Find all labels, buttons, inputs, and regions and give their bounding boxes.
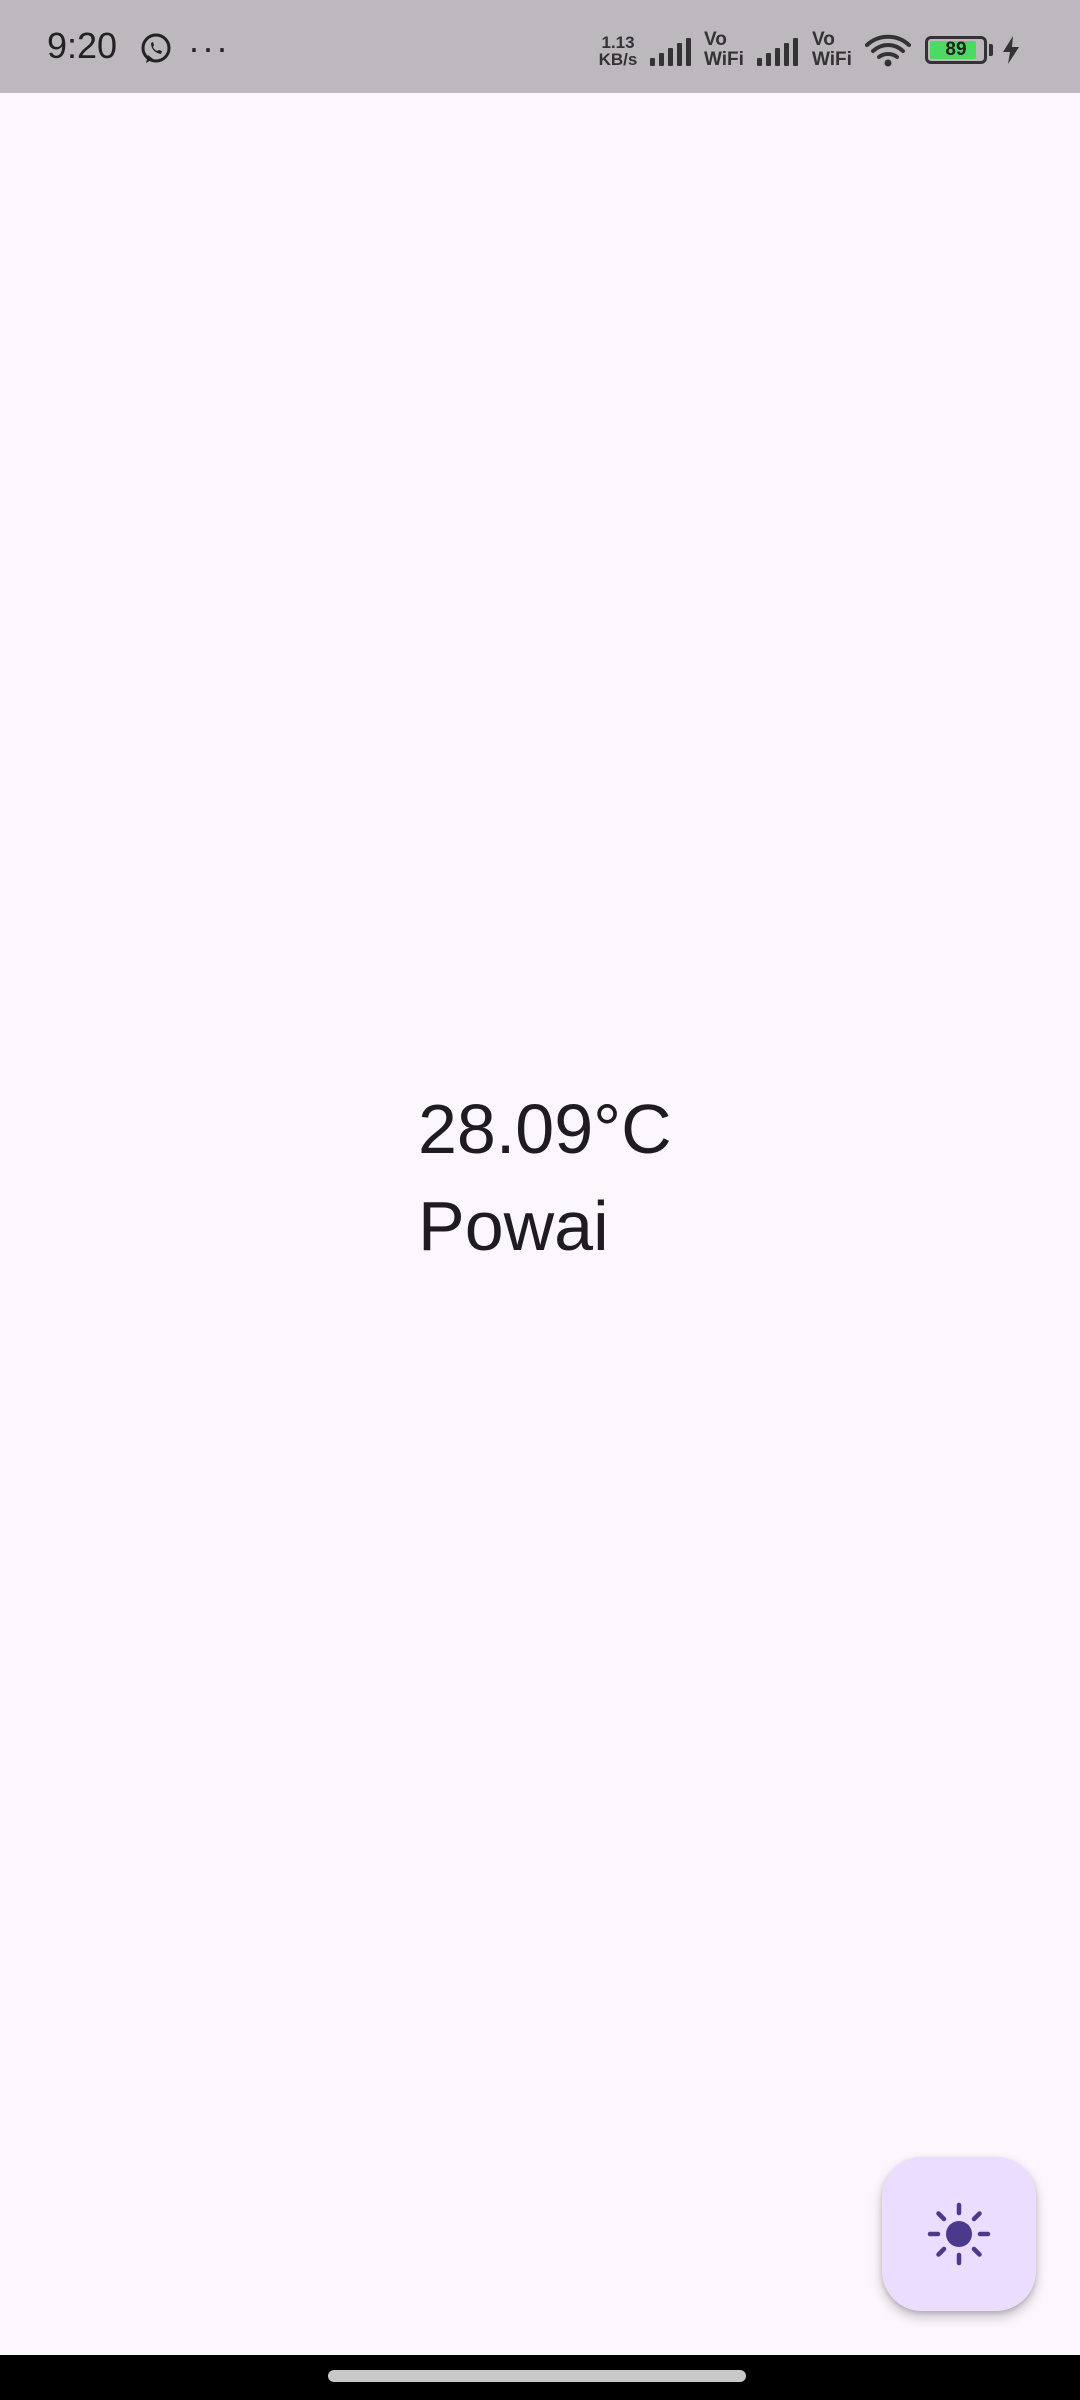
vowifi-line1: Vo [704,29,727,50]
navigation-bar [0,2355,1080,2400]
network-speed: 1.13 KB/s [596,34,640,68]
whatsapp-icon [141,33,171,63]
weather-info: 28.09°C Powai [418,1085,672,1270]
network-speed-value: 1.13 [601,33,635,52]
vowifi-line2: WiFi [704,49,744,70]
sun-icon [927,2202,991,2266]
vowifi-line2: WiFi [812,49,852,70]
temperature-label: 28.09°C [418,1090,672,1168]
battery-icon: 89 [925,36,987,64]
status-bar: 9:20 ··· 1.13 KB/s Vo WiFi Vo WiFi 89 [0,0,1080,93]
network-speed-unit: KB/s [598,50,638,69]
status-time: 9:20 [47,25,118,66]
home-gesture-handle[interactable] [328,2370,746,2382]
battery-tip [989,44,993,56]
theme-toggle-button[interactable] [882,2157,1036,2311]
cell-signal-icon [757,38,798,66]
more-dots-icon: ··· [188,27,230,68]
location-label: Powai [418,1187,609,1265]
vowifi-line1: Vo [812,29,835,50]
wifi-icon [865,34,911,67]
charging-icon [1003,36,1019,64]
cell-signal-icon [650,38,691,66]
vowifi-indicator-sim1: Vo WiFi [704,30,746,70]
vowifi-indicator-sim2: Vo WiFi [812,30,854,70]
battery-level: 89 [945,39,967,60]
